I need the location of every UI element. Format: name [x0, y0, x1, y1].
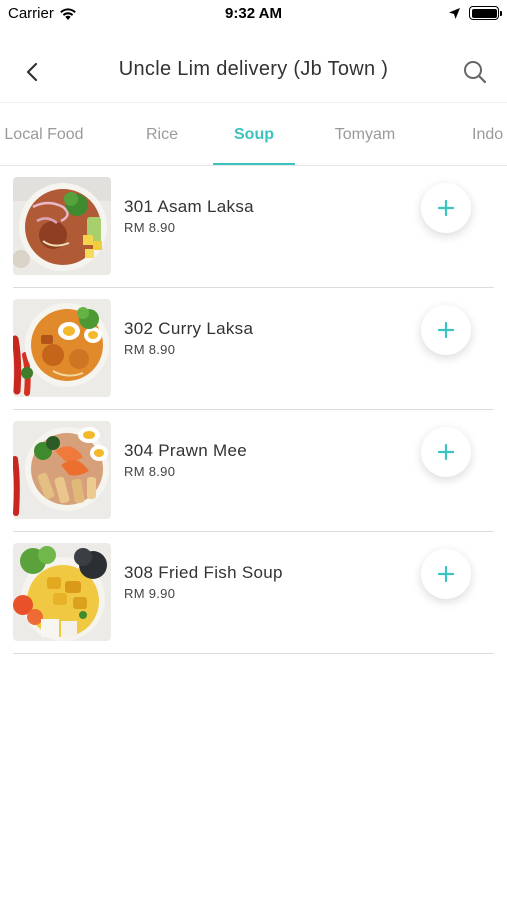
plus-icon — [438, 322, 454, 338]
food-image — [13, 543, 111, 641]
category-tabs: Local Food Rice Soup Tomyam Indo — [0, 102, 507, 166]
item-name: 304 Prawn Mee — [124, 441, 247, 460]
list-item[interactable]: 304 Prawn Mee RM 8.90 — [0, 410, 507, 532]
plus-icon — [438, 566, 454, 582]
food-image — [13, 299, 111, 397]
page-title: Uncle Lim delivery (Jb Town ) — [118, 58, 389, 80]
divider — [13, 653, 494, 654]
item-price: RM 9.90 — [124, 586, 176, 601]
status-time: 9:32 AM — [225, 5, 282, 22]
food-image — [13, 177, 111, 275]
tab-soup[interactable]: Soup — [213, 103, 295, 165]
list-item[interactable]: 302 Curry Laksa RM 8.90 — [0, 288, 507, 410]
chevron-left-icon — [26, 62, 38, 82]
status-bar: Carrier 9:32 AM — [0, 0, 507, 28]
plus-icon — [438, 200, 454, 216]
add-button[interactable] — [421, 549, 471, 599]
location-arrow-icon — [449, 7, 460, 19]
add-button[interactable] — [421, 305, 471, 355]
search-icon — [464, 61, 487, 84]
food-image — [13, 421, 111, 519]
item-price: RM 8.90 — [124, 220, 176, 235]
list-item[interactable]: 301 Asam Laksa RM 8.90 — [0, 166, 507, 288]
tab-rice[interactable]: Rice — [122, 103, 202, 165]
add-button[interactable] — [421, 183, 471, 233]
search-button[interactable] — [457, 54, 493, 90]
status-right — [448, 6, 502, 20]
active-tab-indicator — [213, 163, 295, 165]
tab-local-food[interactable]: Local Food — [0, 103, 96, 165]
item-price: RM 8.90 — [124, 464, 176, 479]
item-name: 302 Curry Laksa — [124, 319, 254, 338]
tab-indo[interactable]: Indo — [460, 103, 507, 165]
item-name: 301 Asam Laksa — [124, 197, 254, 216]
tab-tomyam[interactable]: Tomyam — [320, 103, 410, 165]
battery-icon — [469, 6, 502, 20]
item-price: RM 8.90 — [124, 342, 176, 357]
item-name: 308 Fried Fish Soup — [124, 563, 283, 582]
menu-list: 301 Asam Laksa RM 8.90 302 Curry Laksa R… — [0, 166, 507, 654]
header: Uncle Lim delivery (Jb Town ) — [0, 40, 507, 102]
list-item[interactable]: 308 Fried Fish Soup RM 9.90 — [0, 532, 507, 654]
back-button[interactable] — [14, 54, 50, 90]
add-button[interactable] — [421, 427, 471, 477]
plus-icon — [438, 444, 454, 460]
